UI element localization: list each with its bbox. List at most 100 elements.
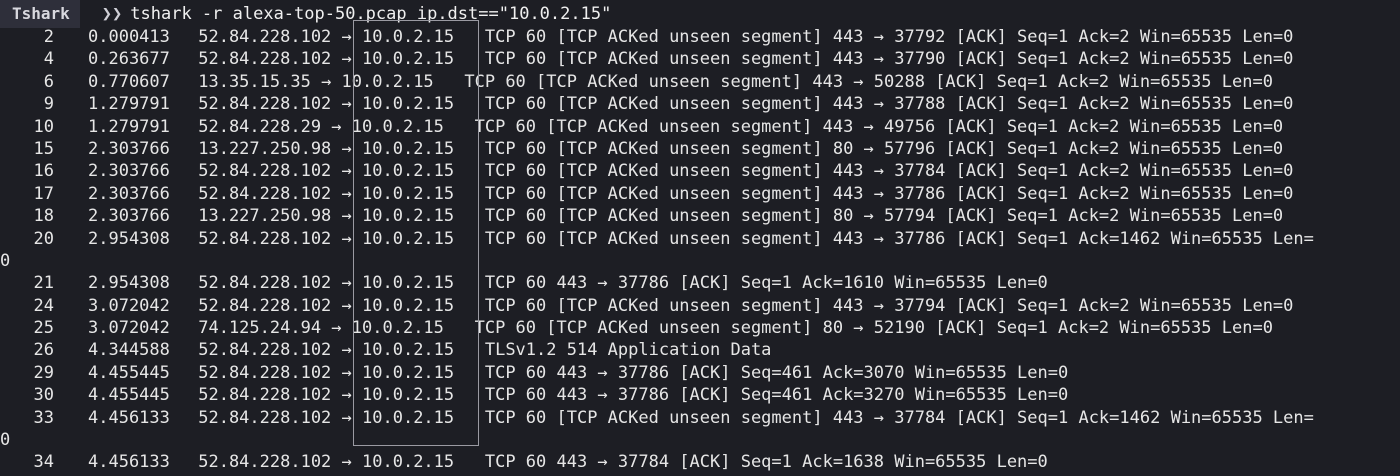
packet-row: 34 4.456133 52.84.228.102 → 10.0.2.15 TCP… <box>0 451 1400 473</box>
packet-source: 52.84.228.102 <box>188 228 342 249</box>
packet-source: 52.84.228.102 <box>188 407 342 428</box>
packet-time: 2.303766 <box>88 183 170 204</box>
packet-arrow: → <box>341 94 363 115</box>
packet-number: 24 <box>33 295 54 316</box>
packet-number: 2 <box>43 27 54 47</box>
packet-info: TLSv1.2 514 Application Data <box>484 340 772 361</box>
packet-destination: 10.0.2.15 <box>362 407 485 428</box>
packet-source: 52.84.228.102 <box>188 273 342 294</box>
packet-info: TCP 60 443 → 37784 [ACK] Seq=1 Ack=1638 … <box>484 452 1048 473</box>
packet-number: 25 <box>33 318 54 339</box>
packet-arrow: → <box>331 318 352 339</box>
packet-arrow: → <box>341 27 363 47</box>
packet-arrow: → <box>341 452 363 473</box>
packet-row: 9 1.279791 52.84.228.102 → 10.0.2.15 TCP … <box>0 93 1400 115</box>
packet-source: 74.125.24.94 <box>188 318 332 339</box>
packet-time: 1.279791 <box>88 116 170 137</box>
packet-source: 13.227.250.98 <box>188 206 342 227</box>
packet-source: 52.84.228.102 <box>188 161 342 182</box>
packet-destination: 10.0.2.15 <box>362 138 485 159</box>
packet-arrow: → <box>321 71 342 92</box>
packet-info: TCP 60 [TCP ACKed unseen segment] 443 → … <box>484 27 1294 47</box>
packet-number: 17 <box>33 183 54 204</box>
packet-source: 52.84.228.29 <box>188 116 332 137</box>
packet-time: 4.455445 <box>88 362 170 383</box>
packet-arrow: → <box>341 183 363 204</box>
packet-number: 9 <box>43 94 54 115</box>
packet-row: 29 4.455445 52.84.228.102 → 10.0.2.15 TCP… <box>0 362 1400 384</box>
packet-destination: 10.0.2.15 <box>362 295 485 316</box>
packet-destination: 10.0.2.15 <box>362 340 485 361</box>
packet-time: 4.344588 <box>88 340 170 361</box>
packet-number: 20 <box>33 228 54 249</box>
packet-info: TCP 60 [TCP ACKed unseen segment] 443 → … <box>484 295 1294 316</box>
packet-number: 16 <box>33 161 54 182</box>
packet-time: 2.954308 <box>88 273 170 294</box>
packet-source: 52.84.228.102 <box>188 295 342 316</box>
packet-destination: 10.0.2.15 <box>351 116 475 137</box>
packet-arrow: → <box>341 295 363 316</box>
packet-source: 52.84.228.102 <box>188 385 342 406</box>
packet-time: 2.303766 <box>88 206 170 227</box>
packet-source: 52.84.228.102 <box>188 340 342 361</box>
packet-time: 2.303766 <box>88 161 170 182</box>
packet-info: TCP 60 [TCP ACKed unseen segment] 443 → … <box>484 228 1314 249</box>
packet-arrow: → <box>341 385 363 406</box>
packet-destination: 10.0.2.15 <box>351 318 475 339</box>
packet-source: 52.84.228.102 <box>188 94 342 115</box>
packet-row: 18 2.303766 13.227.250.98 → 10.0.2.15 TCP… <box>0 205 1400 227</box>
packet-number: 26 <box>33 340 54 361</box>
packet-time: 3.072042 <box>88 295 170 316</box>
packet-arrow: → <box>341 407 363 428</box>
packet-number: 29 <box>33 362 54 383</box>
packet-source: 52.84.228.102 <box>188 49 342 70</box>
packet-destination: 10.0.2.15 <box>341 71 465 92</box>
packet-time: 3.072042 <box>88 318 170 339</box>
packet-destination: 10.0.2.15 <box>362 452 485 473</box>
packet-number: 33 <box>33 407 54 428</box>
packet-info: TCP 60 [TCP ACKed unseen segment] 80 → 5… <box>484 206 1284 227</box>
packet-time: 2.303766 <box>88 138 170 159</box>
packet-arrow: → <box>341 161 363 182</box>
packet-number: 10 <box>33 116 54 137</box>
command-text: tshark -r alexa-top-50.pcap ip.dst=="10.… <box>130 4 612 24</box>
packet-destination: 10.0.2.15 <box>362 385 485 406</box>
packet-destination: 10.0.2.15 <box>362 94 485 115</box>
packet-row: 21 2.954308 52.84.228.102 → 10.0.2.15 TCP… <box>0 272 1400 294</box>
packet-source: 52.84.228.102 <box>188 362 342 383</box>
packet-time: 1.279791 <box>88 94 170 115</box>
packet-list: 2 0.000413 52.84.228.102 → 10.0.2.15 TCP … <box>0 26 1400 474</box>
packet-source: 13.35.15.35 <box>188 71 322 92</box>
packet-arrow: → <box>341 138 363 159</box>
packet-row: 24 3.072042 52.84.228.102 → 10.0.2.15 TCP… <box>0 295 1400 317</box>
packet-time: 0.263677 <box>88 49 170 70</box>
terminal-window[interactable]: Tshark ❯❯ tshark -r alexa-top-50.pcap ip… <box>0 0 1400 476</box>
packet-arrow: → <box>341 228 363 249</box>
packet-row: 4 0.263677 52.84.228.102 → 10.0.2.15 TCP … <box>0 48 1400 70</box>
packet-row: 6 0.770607 13.35.15.35 → 10.0.2.15 TCP 60… <box>0 71 1400 93</box>
packet-info: TCP 60 [TCP ACKed unseen segment] 443 → … <box>484 407 1314 428</box>
packet-info: TCP 60 443 → 37786 [ACK] Seq=1 Ack=1610 … <box>484 273 1048 294</box>
packet-row: 30 4.455445 52.84.228.102 → 10.0.2.15 TCP… <box>0 384 1400 406</box>
packet-arrow: → <box>341 273 363 294</box>
packet-info: TCP 60 [TCP ACKed unseen segment] 443 → … <box>474 116 1284 137</box>
packet-number: 21 <box>33 273 54 294</box>
packet-info: TCP 60 [TCP ACKed unseen segment] 80 → 5… <box>474 318 1273 339</box>
packet-number: 6 <box>43 71 54 92</box>
packet-arrow: → <box>341 340 363 361</box>
packet-arrow: → <box>341 362 363 383</box>
packet-info: TCP 60 [TCP ACKed unseen segment] 443 → … <box>464 71 1273 92</box>
packet-row: 2 0.000413 52.84.228.102 → 10.0.2.15 TCP … <box>0 26 1400 48</box>
packet-time: 4.456133 <box>88 452 170 473</box>
packet-time: 4.455445 <box>88 385 170 406</box>
packet-wrap-continuation: 0 <box>0 250 11 271</box>
packet-destination: 10.0.2.15 <box>362 273 485 294</box>
packet-arrow: → <box>331 116 352 137</box>
prompt-chevron-icon: ❯❯ <box>101 4 123 24</box>
packet-number: 4 <box>43 49 54 70</box>
packet-info: TCP 60 [TCP ACKed unseen segment] 443 → … <box>484 49 1294 70</box>
prompt-label: Tshark <box>0 0 80 28</box>
prompt-line: Tshark ❯❯ tshark -r alexa-top-50.pcap ip… <box>0 0 611 28</box>
packet-row: 16 2.303766 52.84.228.102 → 10.0.2.15 TCP… <box>0 160 1400 182</box>
packet-row: 10 1.279791 52.84.228.29 → 10.0.2.15 TCP … <box>0 116 1400 138</box>
